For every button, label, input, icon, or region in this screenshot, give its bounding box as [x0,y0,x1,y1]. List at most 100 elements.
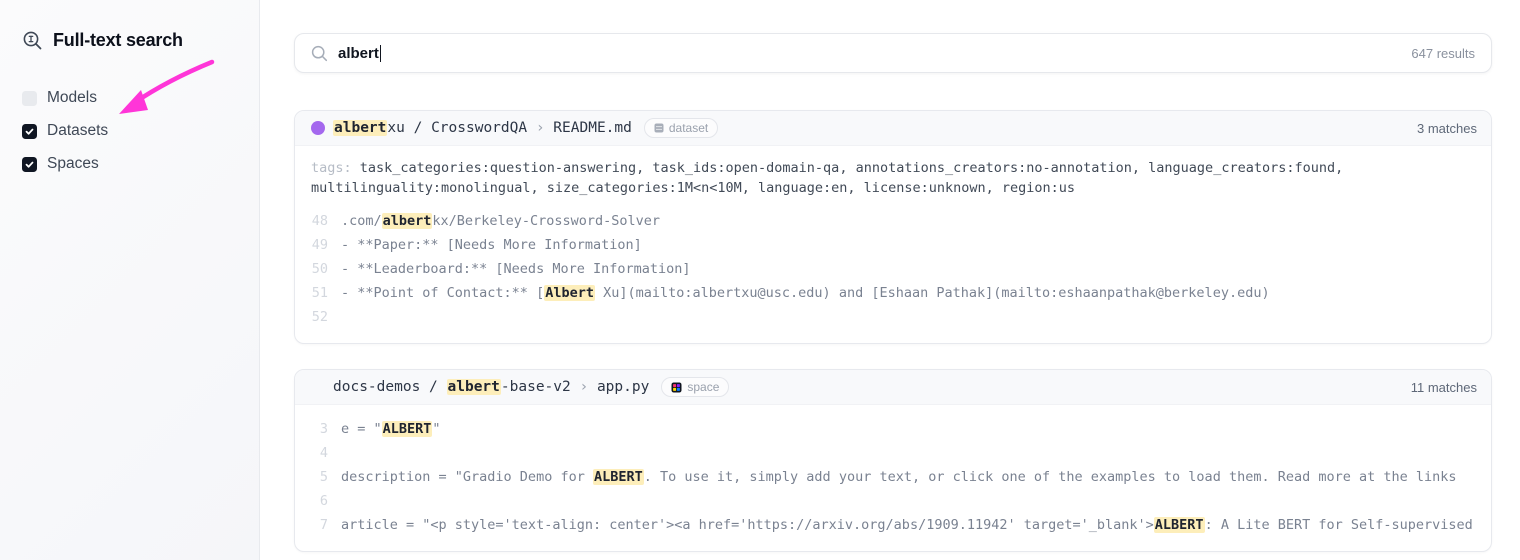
result-header: albertxu / CrosswordQA › README.md datas… [295,111,1491,146]
repo-path[interactable]: docs-demos / albert-base-v2 › app.py [333,379,649,395]
sidebar-item-spaces[interactable]: Spaces [22,155,259,173]
line-number: 4 [311,441,328,465]
path-segment: › [527,120,553,136]
search-result-card: albertxu / CrosswordQA › README.md datas… [294,110,1492,344]
spaces-checkbox[interactable] [22,157,37,172]
code-line: 5 description = "Gradio Demo for ALBERT. … [311,465,1475,489]
search-bar: albert 647 results [294,33,1492,73]
line-number: 52 [311,305,328,329]
tags-label: tags: [311,160,360,176]
line-number: 51 [311,281,328,305]
search-icon [311,45,328,62]
line-content: description = "Gradio Demo for ALBERT. T… [341,465,1457,489]
tags-text: task_categories:question-answering, task… [311,160,1343,196]
line-number: 7 [311,513,328,537]
match-count: 3 matches [1417,121,1477,136]
filter-label: Models [47,89,97,107]
path-segment: app.py [597,379,649,395]
line-number: 49 [311,233,328,257]
code-text: - **Leaderboard:** [Needs More Informati… [341,261,691,277]
dataset-icon [654,123,664,133]
code-text: e = " [341,421,382,437]
line-content: .com/albertkx/Berkeley-Crossword-Solver [341,209,660,233]
sidebar-item-datasets[interactable]: Datasets [22,122,259,140]
page-title: Full-text search [53,30,183,51]
code-line: 3 e = "ALBERT" [311,417,1475,441]
code-snippet: 3e = "ALBERT"45description = "Gradio Dem… [311,417,1475,537]
app-root: Full-text search Models Datasets Spaces al… [0,0,1520,560]
line-content: - **Paper:** [Needs More Information] [341,233,642,257]
line-content: - **Point of Contact:** [Albert Xu](mail… [341,281,1270,305]
code-text: Xu](mailto:albertxu@usc.edu) and [Eshaan… [595,285,1270,301]
highlighted-match: albert [382,213,433,229]
badge-label: dataset [669,121,708,135]
repo-type-badge: space [661,377,729,397]
avatar [311,121,325,135]
line-number: 48 [311,209,328,233]
highlighted-match: albert [333,120,387,136]
code-text: : A Lite BERT for Self-supervised Learni… [1205,517,1475,533]
code-line: 48 .com/albertkx/Berkeley-Crossword-Solve… [311,209,1475,233]
filter-label: Datasets [47,122,108,140]
repo-path[interactable]: albertxu / CrosswordQA › README.md [333,120,632,136]
filter-list: Models Datasets Spaces [22,89,259,173]
match-count: 11 matches [1411,380,1477,395]
space-icon [671,382,682,393]
code-line: 7 article = "<p style='text-align: center… [311,513,1475,537]
path-segment: / [405,120,431,136]
sidebar-item-models[interactable]: Models [22,89,259,107]
line-number: 6 [311,489,328,513]
code-text: article = "<p style='text-align: center'… [341,517,1154,533]
highlighted-match: Albert [544,285,595,301]
code-text: " [432,421,440,437]
search-result-card: docs-demos / albert-base-v2 › app.py spa… [294,369,1492,552]
line-number: 5 [311,465,328,489]
path-segment: README.md [553,120,632,136]
code-text: kx/Berkeley-Crossword-Solver [432,213,660,229]
line-number: 50 [311,257,328,281]
repo-type-badge: dataset [644,118,718,138]
search-query-text: albert [338,45,379,62]
result-header: docs-demos / albert-base-v2 › app.py spa… [295,370,1491,405]
path-segment: CrosswordQA [431,120,527,136]
code-line: 6 [311,489,1475,513]
highlighted-match: ALBERT [382,421,433,437]
line-number: 3 [311,417,328,441]
sidebar: Full-text search Models Datasets Spaces [0,0,260,560]
tags-block: tags: task_categories:question-answering… [311,158,1475,198]
highlighted-match: ALBERT [593,469,644,485]
highlighted-match: albert [447,379,501,395]
code-line: 51 - **Point of Contact:** [Albert Xu](ma… [311,281,1475,305]
result-body: tags: task_categories:question-answering… [295,146,1491,343]
filter-label: Spaces [47,155,99,173]
path-segment: xu [387,120,404,136]
code-text: .com/ [341,213,382,229]
path-segment: › [571,379,597,395]
code-text: . To use it, simply add your text, or cl… [644,469,1457,485]
code-line: 50 - **Leaderboard:** [Needs More Informa… [311,257,1475,281]
models-checkbox[interactable] [22,91,37,106]
code-line: 4 [311,441,1475,465]
code-text: - **Paper:** [Needs More Information] [341,237,642,253]
result-body: 3e = "ALBERT"45description = "Gradio Dem… [295,405,1491,551]
search-input[interactable]: albert [338,45,1411,62]
code-text: - **Point of Contact:** [ [341,285,544,301]
sidebar-header: Full-text search [22,30,259,51]
path-segment: docs-demos [333,379,420,395]
line-content: e = "ALBERT" [341,417,441,441]
results-count: 647 results [1411,46,1475,61]
code-line: 52 [311,305,1475,329]
path-segment: -base-v2 [501,379,571,395]
main-content: albert 647 results albertxu / CrosswordQ… [260,0,1520,560]
code-line: 49 - **Paper:** [Needs More Information] [311,233,1475,257]
highlighted-match: ALBERT [1154,517,1205,533]
badge-label: space [687,380,719,394]
text-cursor [380,45,382,62]
code-text: description = "Gradio Demo for [341,469,593,485]
line-content: - **Leaderboard:** [Needs More Informati… [341,257,691,281]
datasets-checkbox[interactable] [22,124,37,139]
line-content: article = "<p style='text-align: center'… [341,513,1475,537]
text-search-icon [22,30,43,51]
path-segment: / [420,379,446,395]
code-snippet: 48 .com/albertkx/Berkeley-Crossword-Solve… [311,209,1475,329]
